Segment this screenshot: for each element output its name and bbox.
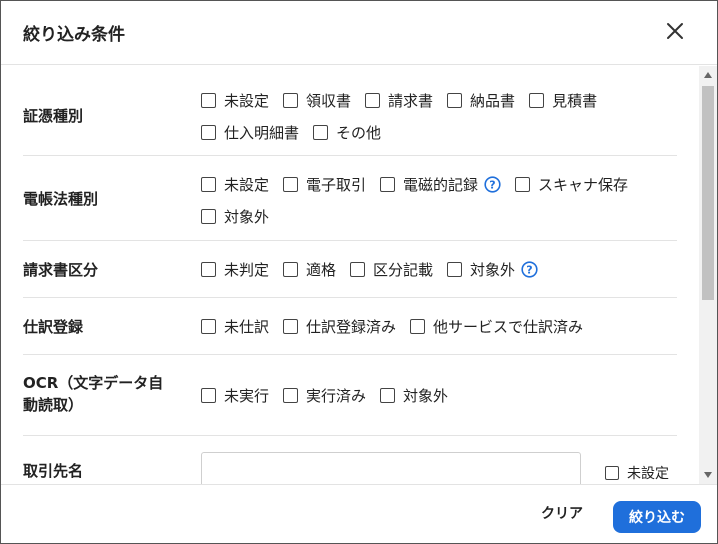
checkbox-box[interactable]: [313, 124, 329, 140]
checkbox-ocr-not-run[interactable]: 未実行: [201, 385, 269, 406]
checkbox-box[interactable]: [283, 387, 299, 403]
row-journal: 仕訳登録 未仕訳 仕訳登録済み 他サービスで仕訳済み: [23, 298, 677, 355]
vertical-scrollbar[interactable]: [699, 66, 717, 484]
checkbox-ebook-magnetic[interactable]: 電磁的記録?: [380, 174, 501, 195]
checkbox-box[interactable]: [283, 92, 299, 108]
filter-dialog: 絞り込み条件 証憑種別 未設定 領収書 請求書 納品書 見積書 仕入明細書 その…: [0, 0, 718, 544]
checkbox-box[interactable]: [365, 92, 381, 108]
checkbox-box[interactable]: [201, 318, 216, 334]
checkbox-box[interactable]: [515, 176, 531, 192]
checkbox-invoice-qualified[interactable]: 適格: [283, 259, 336, 280]
checkbox-journal-unentered[interactable]: 未仕訳: [201, 316, 269, 337]
scroll-down-arrow-icon[interactable]: [699, 466, 717, 484]
scrollbar-thumb[interactable]: [702, 86, 714, 300]
clear-button[interactable]: クリア: [541, 503, 583, 523]
row-label-ebook-type: 電帳法種別: [23, 190, 99, 208]
checkbox-invoice-undetermined[interactable]: 未判定: [201, 259, 269, 280]
checkbox-box[interactable]: [201, 124, 216, 140]
dialog-header: 絞り込み条件: [1, 1, 717, 65]
checkbox-box[interactable]: [447, 92, 463, 108]
checkbox-box[interactable]: [283, 261, 299, 277]
checkbox-box[interactable]: [410, 318, 426, 334]
ebook-type-options: 未設定 電子取引 電磁的記録? スキャナ保存 対象外: [201, 168, 681, 232]
checkbox-ocr-excluded[interactable]: 対象外: [380, 385, 448, 406]
checkbox-box[interactable]: [529, 92, 545, 108]
dialog-title: 絞り込み条件: [23, 25, 125, 45]
row-label-ocr-line1: OCR（文字データ自: [23, 374, 164, 392]
row-ebook-type: 電帳法種別 未設定 電子取引 電磁的記録? スキャナ保存 対象外: [23, 156, 677, 241]
row-label-journal: 仕訳登録: [23, 318, 84, 336]
journal-options: 未仕訳 仕訳登録済み 他サービスで仕訳済み: [201, 310, 681, 342]
checkbox-voucher-quote[interactable]: 見積書: [529, 90, 597, 111]
ocr-options: 未実行 実行済み 対象外: [201, 379, 681, 411]
row-label-ocr: OCR（文字データ自 動読取）: [23, 372, 163, 416]
close-icon[interactable]: [661, 17, 689, 45]
checkbox-box[interactable]: [283, 318, 299, 334]
checkbox-invoice-classified[interactable]: 区分記載: [350, 259, 433, 280]
row-label-ocr-line2: 動読取）: [23, 396, 84, 414]
checkbox-voucher-unset[interactable]: 未設定: [201, 90, 269, 111]
svg-text:?: ?: [526, 263, 532, 276]
dialog-body: 証憑種別 未設定 領収書 請求書 納品書 見積書 仕入明細書 その他 電帳法種別…: [1, 66, 717, 484]
checkbox-box[interactable]: [201, 387, 216, 403]
checkbox-box[interactable]: [380, 387, 396, 403]
help-icon[interactable]: ?: [484, 175, 501, 193]
checkbox-ebook-scanner[interactable]: スキャナ保存: [515, 174, 628, 195]
row-voucher-type: 証憑種別 未設定 領収書 請求書 納品書 見積書 仕入明細書 その他: [23, 66, 677, 156]
checkbox-voucher-delivery[interactable]: 納品書: [447, 90, 515, 111]
checkbox-ebook-electronic[interactable]: 電子取引: [283, 174, 366, 195]
checkbox-voucher-purchase-detail[interactable]: 仕入明細書: [201, 122, 299, 143]
checkbox-box[interactable]: [201, 208, 216, 224]
checkbox-voucher-receipt[interactable]: 領収書: [283, 90, 351, 111]
checkbox-voucher-invoice[interactable]: 請求書: [365, 90, 433, 111]
row-partner: 取引先名 未設定: [23, 436, 677, 484]
row-label-partner: 取引先名: [23, 462, 84, 480]
checkbox-box[interactable]: [605, 466, 619, 480]
checkbox-ebook-unset[interactable]: 未設定: [201, 174, 269, 195]
apply-filter-button[interactable]: 絞り込む: [613, 501, 701, 533]
checkbox-box[interactable]: [201, 92, 216, 108]
checkbox-invoice-excluded[interactable]: 対象外?: [447, 259, 538, 280]
checkbox-box[interactable]: [380, 176, 396, 192]
scroll-up-arrow-icon[interactable]: [699, 66, 717, 84]
checkbox-journal-entered[interactable]: 仕訳登録済み: [283, 316, 396, 337]
checkbox-box[interactable]: [350, 261, 366, 277]
row-label-voucher-type: 証憑種別: [23, 107, 84, 125]
filter-rows: 証憑種別 未設定 領収書 請求書 納品書 見積書 仕入明細書 その他 電帳法種別…: [23, 66, 677, 484]
row-invoice-class: 請求書区分 未判定 適格 区分記載 対象外?: [23, 241, 677, 298]
svg-text:?: ?: [489, 178, 495, 191]
dialog-footer: クリア 絞り込む: [1, 484, 717, 543]
checkbox-ocr-done[interactable]: 実行済み: [283, 385, 366, 406]
row-ocr: OCR（文字データ自 動読取） 未実行 実行済み 対象外: [23, 355, 677, 436]
checkbox-box[interactable]: [201, 176, 216, 192]
row-label-invoice-class: 請求書区分: [23, 261, 99, 279]
checkbox-voucher-other[interactable]: その他: [313, 122, 381, 143]
checkbox-journal-other-service[interactable]: 他サービスで仕訳済み: [410, 316, 583, 337]
partner-name-input[interactable]: [201, 452, 581, 484]
checkbox-box[interactable]: [447, 261, 463, 277]
checkbox-box[interactable]: [201, 261, 216, 277]
help-icon[interactable]: ?: [521, 260, 538, 278]
checkbox-box[interactable]: [283, 176, 299, 192]
voucher-type-options: 未設定 領収書 請求書 納品書 見積書 仕入明細書 その他: [201, 84, 681, 148]
checkbox-partner-unset[interactable]: 未設定: [605, 463, 669, 483]
invoice-class-options: 未判定 適格 区分記載 対象外?: [201, 253, 681, 285]
checkbox-ebook-excluded[interactable]: 対象外: [201, 206, 269, 227]
